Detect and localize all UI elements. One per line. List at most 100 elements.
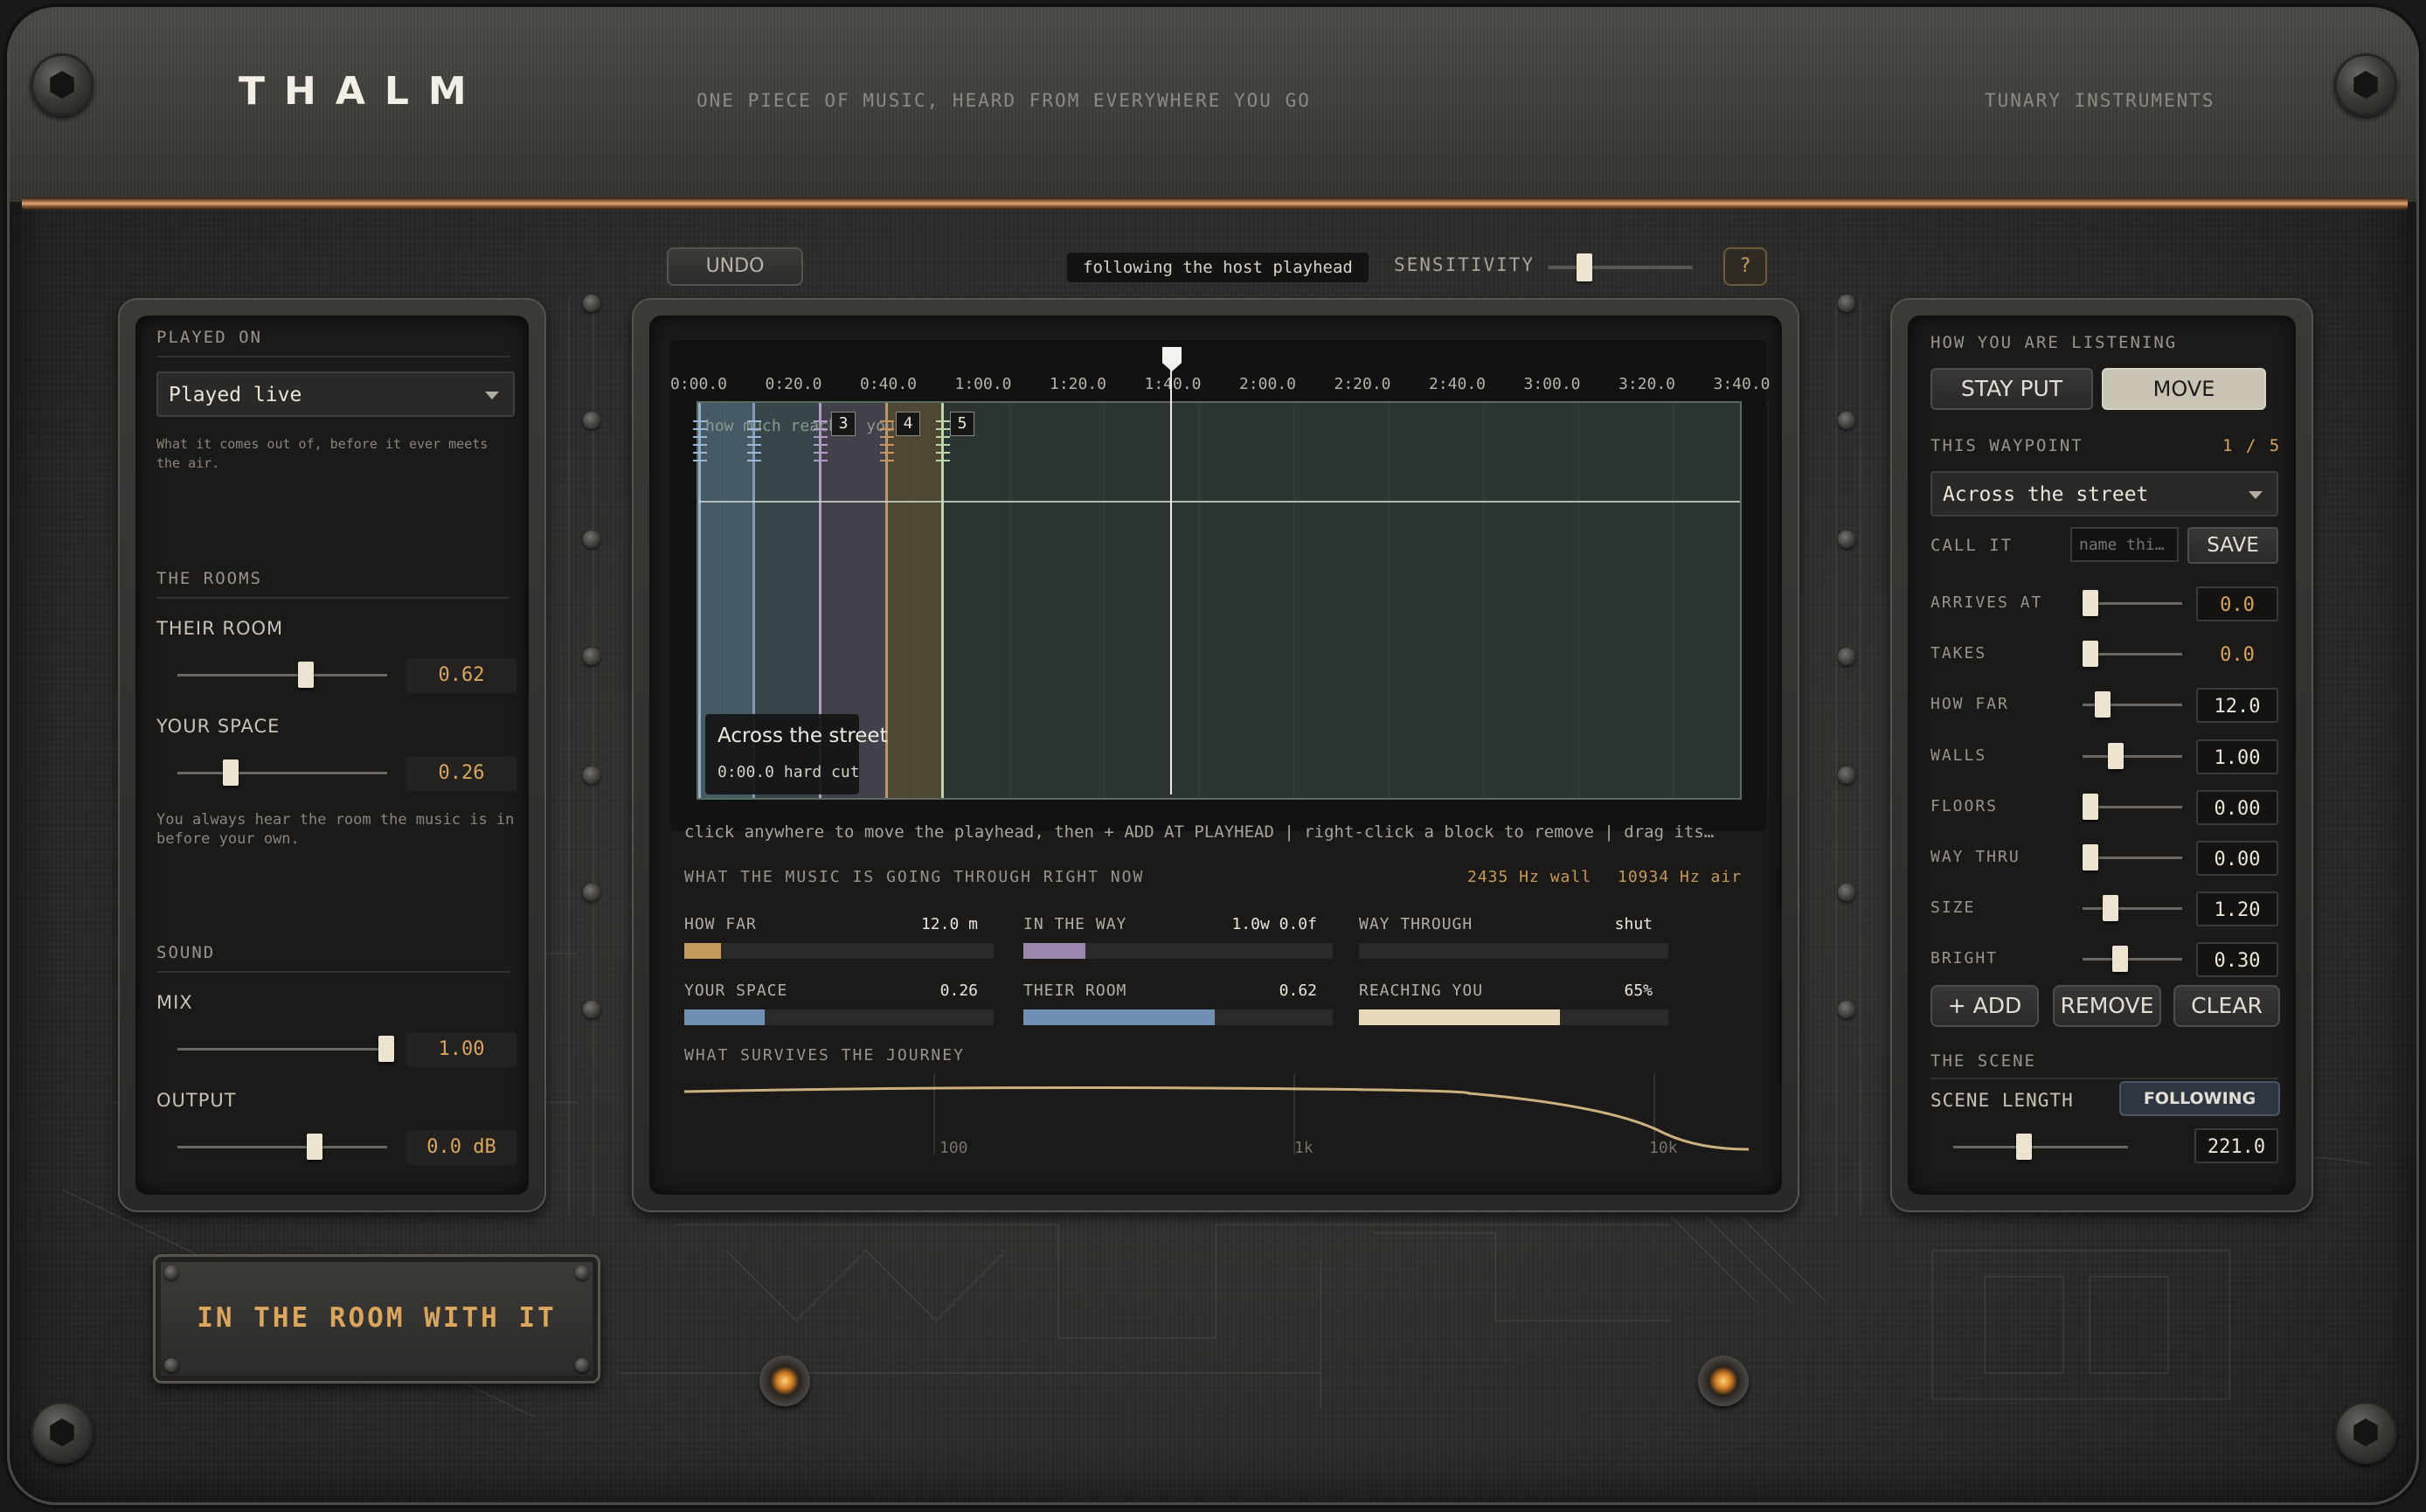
rivet bbox=[1838, 766, 1855, 784]
divider bbox=[156, 356, 509, 357]
sound-label: SOUND bbox=[156, 943, 216, 962]
param-slider-thumb[interactable] bbox=[2083, 844, 2098, 870]
divider bbox=[1930, 1078, 2278, 1079]
rivet bbox=[1838, 648, 1855, 665]
param-value[interactable]: 1.00 bbox=[2196, 739, 2278, 774]
timeline[interactable]: 0:00.0 0:20.0 0:40.0 1:00.0 1:20.0 1:40.0 2:00… bbox=[670, 340, 1771, 842]
played-on-label: PLAYED ON bbox=[156, 328, 262, 347]
param-slider-thumb[interactable] bbox=[2083, 641, 2098, 668]
rivet bbox=[583, 1001, 600, 1018]
frequency-response-curve bbox=[683, 1074, 1750, 1155]
their-room-slider-thumb[interactable] bbox=[298, 662, 314, 688]
following-toggle[interactable]: FOLLOWING bbox=[2119, 1081, 2280, 1116]
waypoint-name-input[interactable] bbox=[2070, 527, 2179, 562]
chevron-down-icon bbox=[485, 392, 499, 399]
sensitivity-label: SENSITIVITY bbox=[1394, 254, 1535, 275]
clear-waypoints-button[interactable]: CLEAR bbox=[2173, 985, 2280, 1027]
meter-label: YOUR SPACE bbox=[684, 981, 788, 1000]
mix-slider[interactable] bbox=[177, 1048, 387, 1051]
param-slider-thumb[interactable] bbox=[2094, 691, 2111, 718]
waypoint-select[interactable]: Across the street bbox=[1930, 471, 2278, 517]
lane-divider bbox=[698, 501, 1740, 503]
output-slider-thumb[interactable] bbox=[307, 1134, 322, 1160]
meter-bar bbox=[1023, 943, 1333, 959]
save-button[interactable]: SAVE bbox=[2187, 527, 2278, 564]
param-value[interactable]: 0.00 bbox=[2196, 841, 2278, 876]
timeline-gridline bbox=[1483, 403, 1484, 798]
chevron-down-icon bbox=[2249, 491, 2263, 499]
tooltip-title: Across the street bbox=[717, 725, 888, 747]
param-slider-thumb[interactable] bbox=[2107, 742, 2124, 769]
block-number-4[interactable]: 4 bbox=[896, 412, 920, 436]
param-value[interactable]: 0.30 bbox=[2196, 942, 2278, 978]
playhead-status: following the host playhead bbox=[1067, 253, 1369, 282]
maker-name: TUNARY INSTRUMENTS bbox=[1985, 90, 2215, 111]
help-button[interactable]: ? bbox=[1723, 247, 1767, 286]
param-value[interactable]: 1.20 bbox=[2196, 891, 2278, 927]
block-number-3[interactable]: 3 bbox=[831, 412, 856, 436]
tooltip-meta: 0:00.0 hard cut bbox=[717, 763, 860, 781]
scene-length-slider-thumb[interactable] bbox=[2016, 1134, 2032, 1160]
remove-waypoint-button[interactable]: REMOVE bbox=[2053, 985, 2161, 1027]
your-space-slider-thumb[interactable] bbox=[223, 759, 239, 786]
output-slider[interactable] bbox=[177, 1146, 387, 1148]
sensitivity-slider-thumb[interactable] bbox=[1577, 253, 1592, 281]
nameplate: IN THE ROOM WITH IT bbox=[153, 1254, 600, 1384]
meter-value: 0.26 bbox=[939, 981, 978, 1000]
meter-value: 12.0 m bbox=[920, 915, 978, 933]
timeline-tick-label: 1:40.0 bbox=[1144, 375, 1202, 393]
timeline-tick-label: 0:20.0 bbox=[765, 375, 822, 393]
rivet bbox=[164, 1358, 178, 1372]
stay-put-button[interactable]: STAY PUT bbox=[1930, 368, 2093, 410]
scene-length-value[interactable]: 221.0 bbox=[2194, 1128, 2278, 1163]
your-space-slider[interactable] bbox=[177, 772, 387, 774]
scene-length-slider[interactable] bbox=[1953, 1146, 2128, 1148]
listening-label: HOW YOU ARE LISTENING bbox=[1930, 333, 2178, 352]
param-value[interactable]: 0.0 bbox=[2196, 586, 2278, 621]
their-room-value[interactable]: 0.62 bbox=[406, 658, 516, 693]
param-slider-thumb[interactable] bbox=[2083, 793, 2098, 820]
param-slider[interactable] bbox=[2083, 754, 2182, 758]
block-handle[interactable] bbox=[880, 420, 894, 468]
played-on-select[interactable]: Played live bbox=[156, 371, 515, 417]
rooms-hint: You always hear the room the music is in… bbox=[156, 811, 515, 848]
copper-rail bbox=[22, 198, 2408, 210]
block-handle[interactable] bbox=[936, 420, 950, 468]
meter-bar bbox=[1359, 943, 1668, 959]
undo-button[interactable]: UNDO bbox=[667, 247, 803, 286]
meter-fill bbox=[1359, 1009, 1561, 1025]
block-handle[interactable] bbox=[693, 420, 707, 468]
move-through-button[interactable]: MOVE THROUGH bbox=[2102, 368, 2266, 440]
timeline-gridline bbox=[1388, 403, 1390, 798]
param-slider-thumb[interactable] bbox=[2102, 895, 2118, 922]
block-tooltip: Across the street 0:00.0 hard cut bbox=[705, 714, 888, 794]
block-handle[interactable] bbox=[814, 420, 828, 468]
wall-frequency: 2435 Hz wall bbox=[1467, 868, 1592, 886]
call-it-label: CALL IT bbox=[1930, 536, 2014, 555]
air-frequency: 10934 Hz air bbox=[1618, 868, 1743, 886]
scene-length-label: SCENE LENGTH bbox=[1930, 1090, 2074, 1111]
meter-label: WAY THROUGH bbox=[1359, 915, 1473, 933]
rivet bbox=[1838, 412, 1855, 429]
their-room-label: THEIR ROOM bbox=[156, 618, 284, 639]
block-number-5[interactable]: 5 bbox=[950, 412, 974, 436]
timeline-gridline bbox=[1767, 403, 1769, 798]
param-value[interactable]: 0.00 bbox=[2196, 789, 2278, 825]
your-space-label: YOUR SPACE bbox=[156, 716, 281, 737]
mix-value[interactable]: 1.00 bbox=[406, 1032, 516, 1067]
sensitivity-slider[interactable] bbox=[1548, 266, 1693, 269]
add-waypoint-button[interactable]: + ADD bbox=[1930, 985, 2039, 1027]
meter-value: 0.62 bbox=[1279, 981, 1317, 1000]
playhead-handle-icon[interactable] bbox=[1162, 347, 1182, 371]
param-slider[interactable] bbox=[2083, 907, 2182, 911]
output-value[interactable]: 0.0 dB bbox=[406, 1130, 516, 1165]
param-slider-thumb[interactable] bbox=[2083, 590, 2098, 616]
your-space-value[interactable]: 0.26 bbox=[406, 756, 516, 791]
mix-slider-thumb[interactable] bbox=[378, 1036, 394, 1062]
playhead[interactable] bbox=[1170, 364, 1172, 794]
param-slider[interactable] bbox=[2083, 958, 2182, 961]
block-handle[interactable] bbox=[747, 420, 761, 468]
param-value[interactable]: 12.0 bbox=[2196, 688, 2278, 724]
their-room-slider[interactable] bbox=[177, 674, 387, 676]
param-slider-thumb[interactable] bbox=[2112, 946, 2129, 973]
